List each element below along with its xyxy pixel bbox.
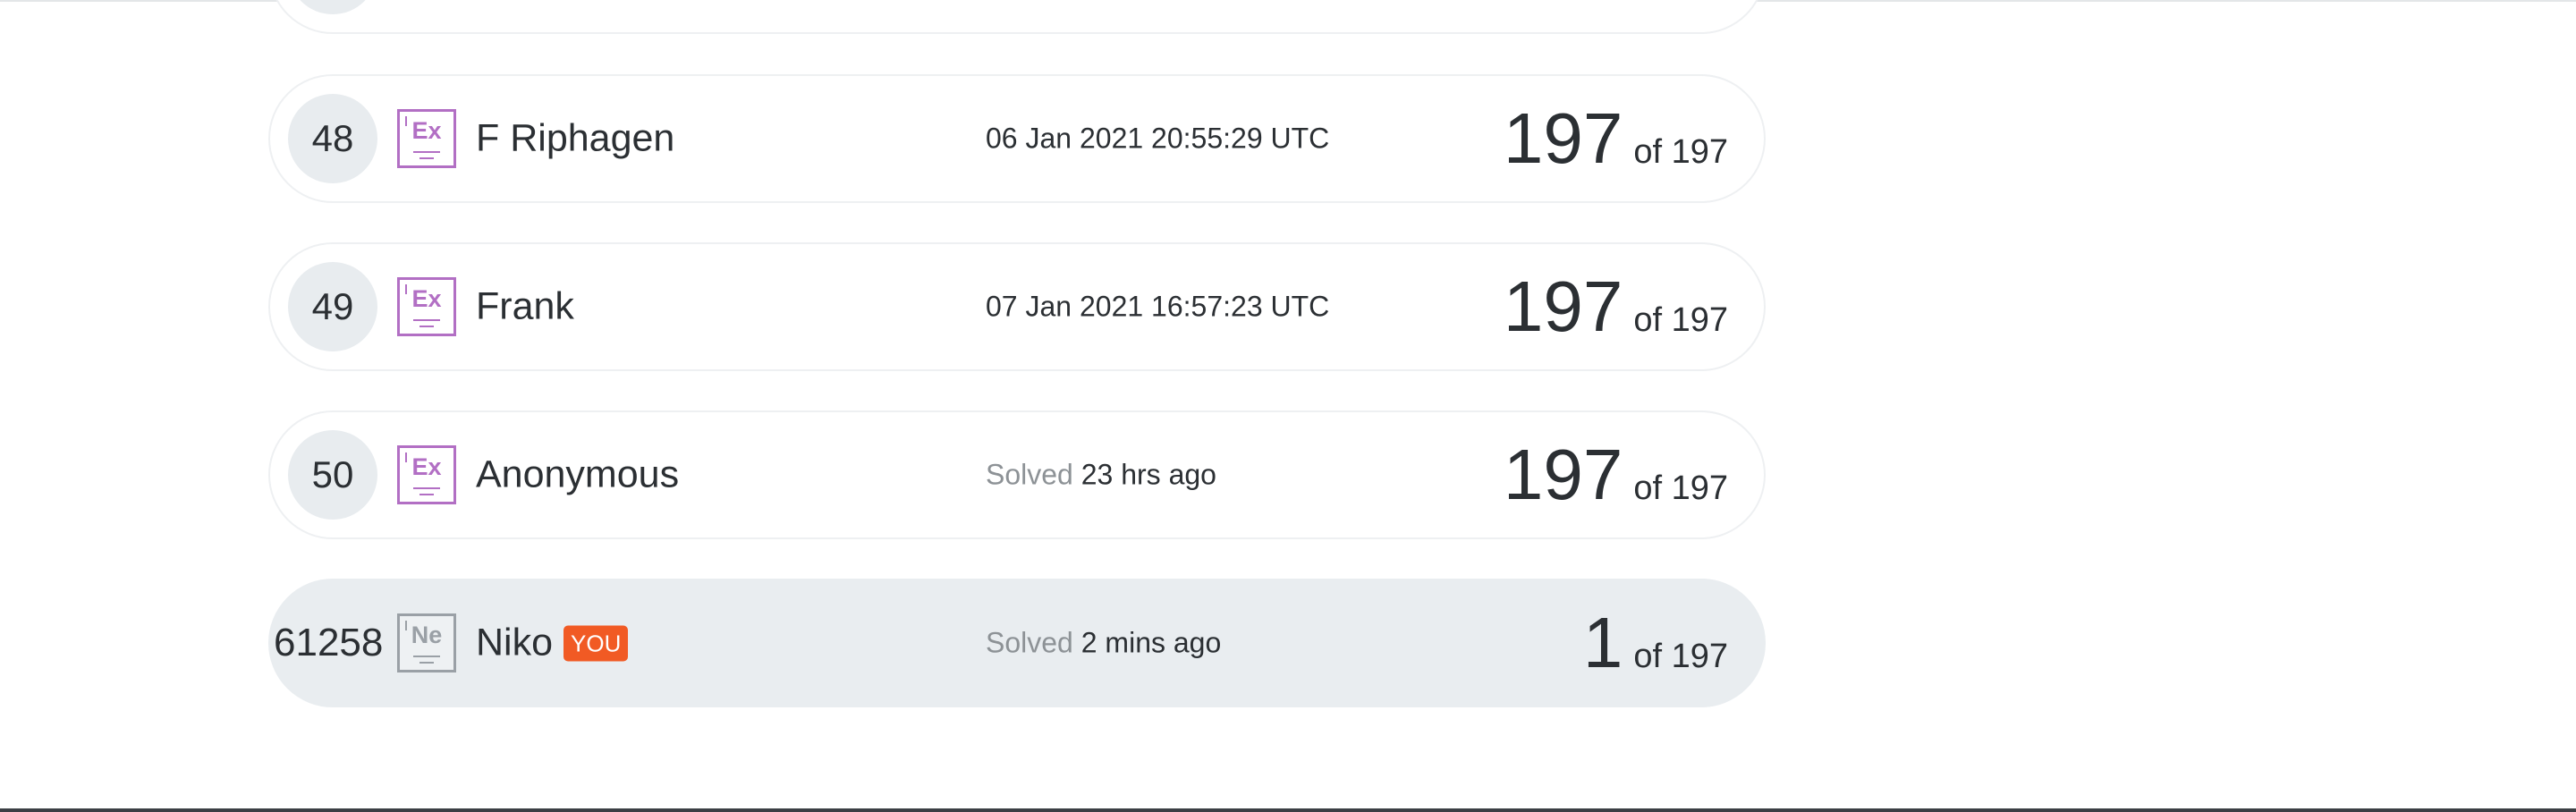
leaderboard-row-partial <box>268 0 1766 34</box>
newbie-badge-icon: Ne <box>397 613 456 672</box>
rank-circle <box>288 0 377 14</box>
expert-badge-icon: Ex <box>397 277 456 336</box>
solved-label: Solved <box>986 458 1073 491</box>
user-name[interactable]: Frank <box>476 285 574 329</box>
badge-underline <box>419 662 434 664</box>
solved-timestamp: 07 Jan 2021 16:57:23 UTC <box>986 290 1330 323</box>
current-user-rank: 61258 <box>274 621 384 664</box>
badge-underline <box>413 487 440 489</box>
user-name[interactable]: Anonymous <box>476 453 679 497</box>
score-total: of 197 <box>1633 638 1728 675</box>
badge-underline <box>419 494 434 495</box>
badge-symbol: Ex <box>411 117 442 144</box>
rank-circle: 49 <box>288 262 377 351</box>
solved-status: Solved 2 mins ago <box>986 627 1221 660</box>
rank-circle: 50 <box>288 430 377 520</box>
leaderboard-row[interactable]: 48 Ex F Riphagen 06 Jan 2021 20:55:29 UT… <box>268 74 1766 203</box>
badge-symbol: Ex <box>411 285 442 312</box>
expert-badge-icon: Ex <box>397 109 456 168</box>
leaderboard-page: 48 Ex F Riphagen 06 Jan 2021 20:55:29 UT… <box>0 0 2576 812</box>
score-value: 1 <box>1582 603 1623 682</box>
badge-underline <box>419 326 434 327</box>
solved-timestamp: 06 Jan 2021 20:55:29 UTC <box>986 122 1330 155</box>
score: 197 of 197 <box>1504 103 1728 174</box>
badge-underline <box>413 656 440 657</box>
rank-circle: 48 <box>288 94 377 183</box>
score: 197 of 197 <box>1504 439 1728 511</box>
score-value: 197 <box>1503 435 1623 514</box>
badge-symbol: Ne <box>411 622 443 648</box>
current-user-row[interactable]: 61258 Ne Niko YOU Solved 2 mins ago 1 of… <box>268 579 1766 707</box>
expert-badge-icon: Ex <box>397 445 456 504</box>
badge-underline <box>413 151 440 153</box>
badge-underline <box>419 157 434 159</box>
badge-underline <box>413 319 440 321</box>
you-badge: YOU <box>564 625 629 661</box>
user-name-text[interactable]: F Riphagen <box>476 117 674 161</box>
score: 1 of 197 <box>1583 607 1728 679</box>
user-name-text[interactable]: Anonymous <box>476 453 679 497</box>
score-value: 197 <box>1503 266 1623 346</box>
solved-label: Solved <box>986 626 1073 659</box>
solved-time: 2 mins ago <box>1080 626 1222 659</box>
score: 197 of 197 <box>1504 271 1728 343</box>
user-name[interactable]: Niko YOU <box>476 622 629 665</box>
user-name-text[interactable]: Frank <box>476 285 574 329</box>
bottom-divider <box>0 808 2576 812</box>
score-total: of 197 <box>1633 469 1728 507</box>
user-name[interactable]: F Riphagen <box>476 117 674 161</box>
score-total: of 197 <box>1633 301 1728 339</box>
user-name-text[interactable]: Niko <box>476 622 553 665</box>
score-value: 197 <box>1503 98 1623 178</box>
leaderboard-row[interactable]: 49 Ex Frank 07 Jan 2021 16:57:23 UTC 197… <box>268 242 1766 371</box>
leaderboard-list: 48 Ex F Riphagen 06 Jan 2021 20:55:29 UT… <box>268 0 1766 812</box>
solved-status: Solved 23 hrs ago <box>986 459 1216 492</box>
leaderboard-row[interactable]: 50 Ex Anonymous Solved 23 hrs ago 197 of… <box>268 410 1766 539</box>
solved-time: 23 hrs ago <box>1080 458 1216 491</box>
score-total: of 197 <box>1633 133 1728 171</box>
badge-symbol: Ex <box>411 453 442 480</box>
